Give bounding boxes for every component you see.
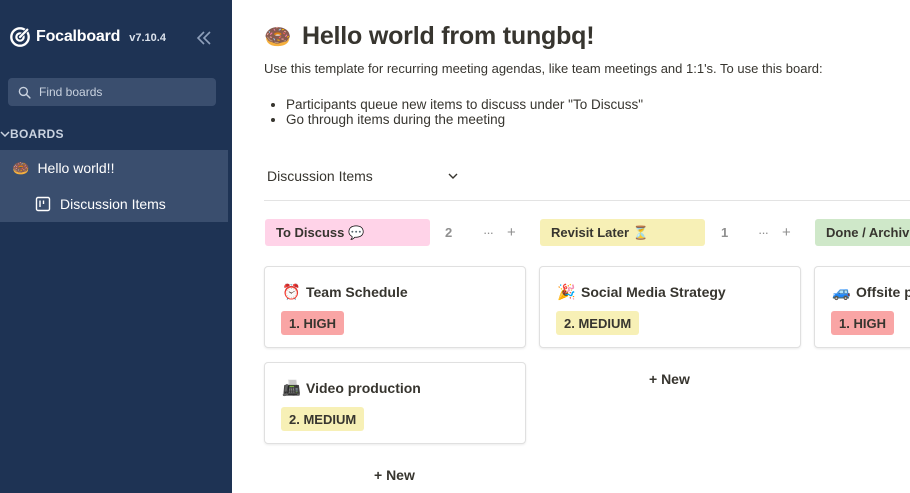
- column-count: 2: [445, 225, 453, 240]
- card-video-production[interactable]: 📠 Video production 2. MEDIUM: [264, 362, 526, 444]
- sidebar-item-label: Discussion Items: [60, 196, 166, 212]
- more-options-icon[interactable]: ···: [758, 225, 769, 240]
- column-tag[interactable]: To Discuss 💬: [265, 219, 430, 246]
- sidebar: Focalboard v7.10.4 Find boards BOARDS 🍩 …: [0, 0, 232, 493]
- column-label: Revisit Later ⏳: [551, 224, 649, 240]
- board-view-icon: [35, 196, 51, 212]
- view-selector[interactable]: Discussion Items: [267, 166, 459, 186]
- boards-section-label: BOARDS: [10, 127, 64, 141]
- fax-machine-icon: 📠: [282, 380, 301, 397]
- board-title-row: 🍩 Hello world from tungbq!: [264, 22, 595, 51]
- card-title: Team Schedule: [306, 284, 408, 300]
- card-title-row: ⏰ Team Schedule: [282, 283, 408, 301]
- sidebar-item-label: Hello world!!: [37, 160, 115, 176]
- alarm-clock-icon: ⏰: [282, 284, 301, 301]
- list-item: Go through items during the meeting: [286, 112, 643, 127]
- column-label: Done / Archiv: [826, 225, 910, 240]
- card-title-row: 🚙 Offsite p: [832, 283, 910, 301]
- card-title: Social Media Strategy: [581, 284, 726, 300]
- column-header-to-discuss: To Discuss 💬 2 ··· +: [265, 219, 535, 246]
- find-boards-placeholder: Find boards: [39, 85, 103, 99]
- column-header-done-archived: Done / Archiv: [815, 219, 910, 246]
- column-tag[interactable]: Done / Archiv: [815, 219, 910, 246]
- column-tag[interactable]: Revisit Later ⏳: [540, 219, 705, 246]
- card-title-row: 📠 Video production: [282, 379, 421, 397]
- chevron-down-icon: [0, 131, 10, 138]
- view-selector-label: Discussion Items: [267, 168, 373, 184]
- search-icon: [18, 86, 31, 99]
- card-team-schedule[interactable]: ⏰ Team Schedule 1. HIGH: [264, 266, 526, 348]
- find-boards-input[interactable]: Find boards: [8, 78, 216, 106]
- card-offsite-planning[interactable]: 🚙 Offsite p 1. HIGH: [814, 266, 910, 348]
- sidebar-item-hello-world[interactable]: 🍩 Hello world!!: [0, 150, 228, 186]
- priority-badge: 1. HIGH: [281, 311, 344, 335]
- card-title: Offsite p: [856, 284, 910, 300]
- focalboard-logo-icon: [10, 27, 30, 47]
- party-popper-icon: 🎉: [557, 284, 576, 301]
- boards-section-toggle[interactable]: BOARDS: [0, 126, 64, 142]
- column-count: 1: [721, 225, 729, 240]
- board-main: 🍩 Hello world from tungbq! Use this temp…: [232, 0, 910, 493]
- add-card-icon[interactable]: +: [507, 224, 516, 241]
- add-new-card-button[interactable]: + New: [374, 467, 415, 483]
- priority-badge: 2. MEDIUM: [556, 311, 640, 335]
- board-description-bullets: Participants queue new items to discuss …: [264, 92, 904, 136]
- board-description[interactable]: Use this template for recurring meeting …: [264, 61, 823, 76]
- card-social-media-strategy[interactable]: 🎉 Social Media Strategy 2. MEDIUM: [539, 266, 801, 348]
- collapse-sidebar-icon[interactable]: [194, 28, 214, 48]
- add-new-card-button[interactable]: + New: [649, 371, 690, 387]
- priority-badge: 1. HIGH: [831, 311, 894, 335]
- donut-icon: 🍩: [12, 159, 30, 176]
- sidebar-item-discussion-items[interactable]: Discussion Items: [0, 186, 228, 222]
- donut-icon[interactable]: 🍩: [264, 24, 292, 50]
- app-version: v7.10.4: [129, 32, 166, 44]
- more-options-icon[interactable]: ···: [483, 225, 494, 240]
- app-name: Focalboard: [36, 28, 121, 45]
- priority-badge: 2. MEDIUM: [281, 407, 365, 431]
- divider: [264, 200, 910, 201]
- add-card-icon[interactable]: +: [782, 224, 791, 241]
- card-title: Video production: [306, 380, 421, 396]
- card-title-row: 🎉 Social Media Strategy: [557, 283, 726, 301]
- chevron-down-icon: [448, 173, 458, 179]
- column-header-revisit-later: Revisit Later ⏳ 1 ··· +: [540, 219, 810, 246]
- car-icon: 🚙: [832, 284, 851, 301]
- board-title[interactable]: Hello world from tungbq!: [302, 22, 595, 51]
- brand: Focalboard v7.10.4: [9, 24, 166, 50]
- list-item: Participants queue new items to discuss …: [286, 97, 643, 112]
- column-label: To Discuss 💬: [276, 224, 365, 240]
